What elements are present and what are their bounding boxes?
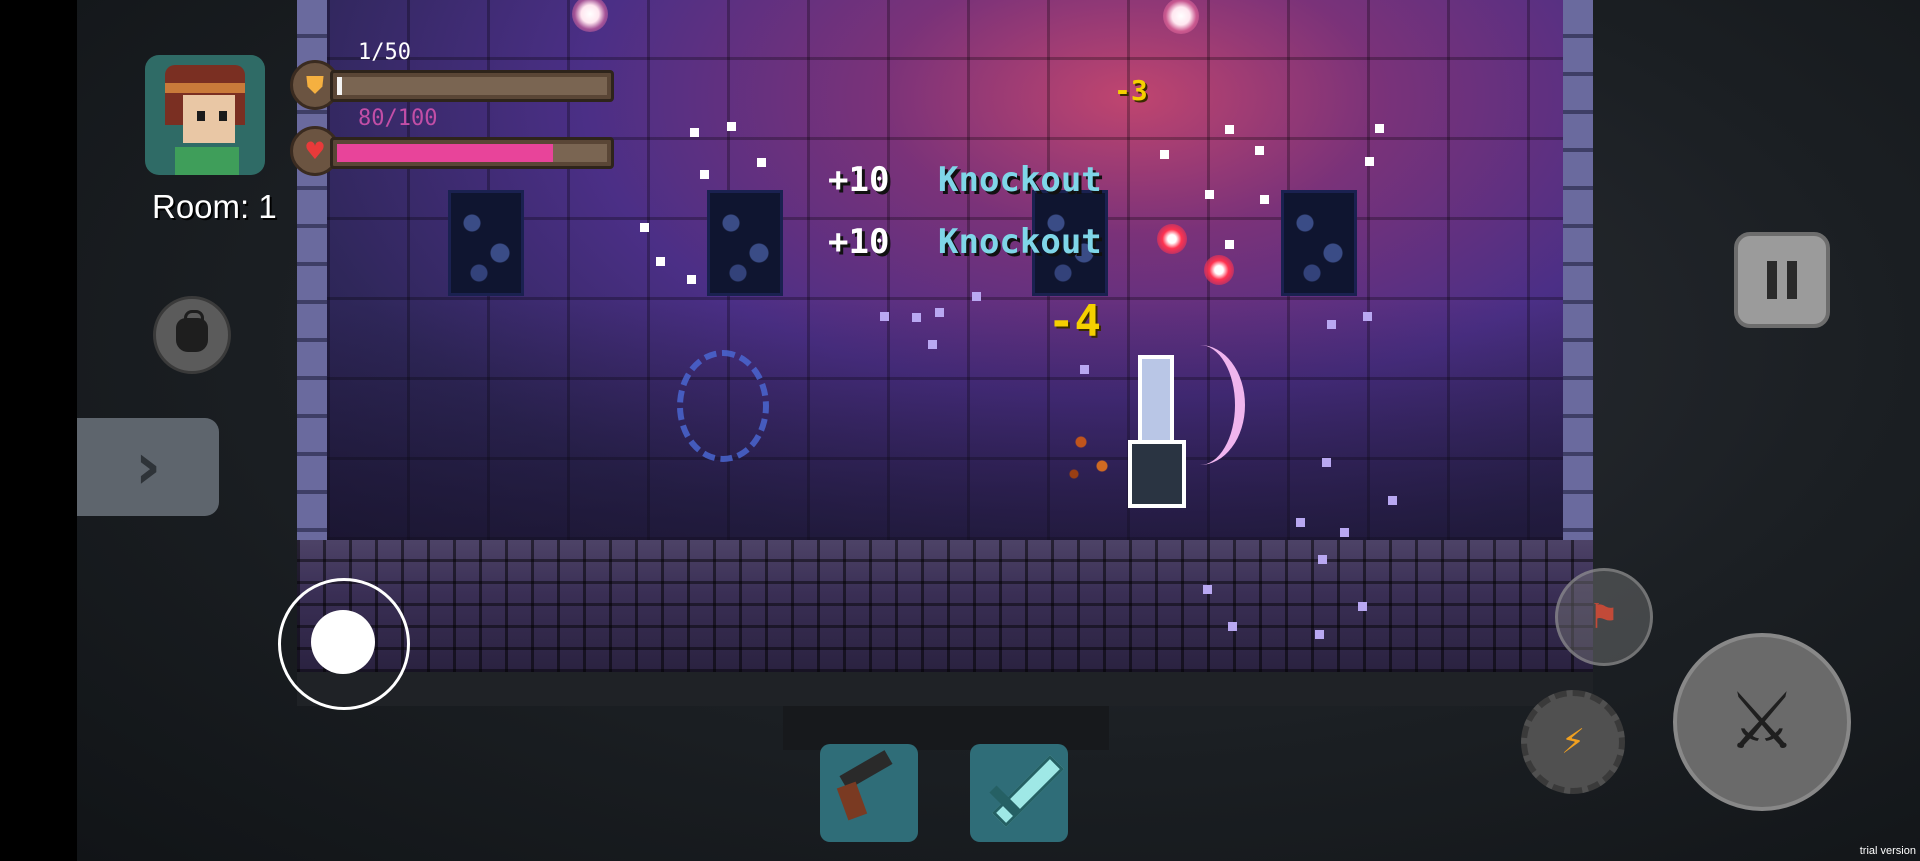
- particle: [880, 312, 889, 321]
- particle: [1322, 458, 1331, 467]
- attack-button[interactable]: ⚔: [1673, 633, 1851, 811]
- crossed-swords-icon: ⚔: [1727, 677, 1797, 767]
- player-body: [1128, 440, 1186, 508]
- particle: [1225, 125, 1234, 134]
- pistol-grip: [836, 781, 868, 821]
- stone-pillar: [710, 193, 780, 293]
- score-popup: +10: [828, 160, 890, 200]
- particle: [1205, 190, 1214, 199]
- particle: [1327, 320, 1336, 329]
- portrait-shirt: [175, 147, 239, 175]
- skill-button[interactable]: ⚑: [1555, 568, 1653, 666]
- expand-panel-tab[interactable]: ›: [77, 418, 219, 516]
- portrait-eye: [219, 111, 227, 121]
- knockout-label: Knockout: [938, 160, 1102, 200]
- particle: [1388, 496, 1397, 505]
- floor-shadow: [327, 300, 1563, 540]
- portrait-eye: [197, 111, 205, 121]
- particle: [1340, 528, 1349, 537]
- room-bottom-ledge: [297, 672, 1593, 706]
- damage-number: -3: [1114, 74, 1148, 107]
- chevron-right-icon: ›: [134, 430, 162, 504]
- particle: [1080, 365, 1089, 374]
- room-brick-wall: [297, 540, 1593, 672]
- health-bar-track: [337, 144, 607, 162]
- particle: [1160, 150, 1169, 159]
- particle: [1363, 312, 1372, 321]
- room-counter: Room: 1: [152, 188, 277, 225]
- health-value: 80/100: [358, 106, 438, 131]
- particle: [1358, 602, 1367, 611]
- particle: [700, 170, 709, 179]
- left-letterbox: [0, 0, 77, 861]
- particle: [1318, 555, 1327, 564]
- particle: [1315, 630, 1324, 639]
- particle: [1375, 124, 1384, 133]
- shield-bar-track: [337, 77, 607, 95]
- special-ability-button[interactable]: ⚡: [1521, 690, 1625, 794]
- particle: [640, 223, 649, 232]
- particle: [1203, 585, 1212, 594]
- shield-value: 1/50: [358, 40, 411, 65]
- enemy-fireball: [1204, 255, 1234, 285]
- portrait-face: [183, 95, 235, 143]
- knockout-label: Knockout: [938, 222, 1102, 262]
- score-popup: +10: [828, 222, 890, 262]
- joystick-knob[interactable]: [311, 610, 375, 674]
- lightning-icon: ⚡: [1561, 722, 1585, 762]
- player-weapon: [1138, 355, 1174, 453]
- particle: [935, 308, 944, 317]
- pause-icon: [1767, 261, 1777, 299]
- particle: [928, 340, 937, 349]
- weapon-slot-sword[interactable]: [970, 744, 1068, 842]
- inventory-button[interactable]: [153, 296, 231, 374]
- trial-watermark: trial version: [1859, 845, 1916, 857]
- player-portrait: [145, 55, 265, 175]
- pause-icon: [1787, 261, 1797, 299]
- pause-button[interactable]: [1734, 232, 1830, 328]
- weapon-slot-pistol[interactable]: [820, 744, 918, 842]
- particle: [727, 122, 736, 131]
- ghost-enemy-outline: [677, 350, 769, 462]
- particle: [687, 275, 696, 284]
- enemy-fireball: [1157, 224, 1187, 254]
- stone-pillar: [1284, 193, 1354, 293]
- portrait-headband: [165, 83, 245, 93]
- particle: [1225, 240, 1234, 249]
- backpack-icon: [176, 310, 208, 352]
- player-character: [1110, 345, 1245, 515]
- particle: [656, 257, 665, 266]
- particle: [690, 128, 699, 137]
- particle: [1255, 146, 1264, 155]
- health-bar: [330, 137, 614, 169]
- damage-number: -4: [1048, 296, 1101, 347]
- room-wall-right: [1563, 0, 1593, 540]
- health-bar-fill: [337, 144, 553, 162]
- shield-bar: [330, 70, 614, 102]
- particle: [1365, 157, 1374, 166]
- particle: [1228, 622, 1237, 631]
- flag-icon: ⚑: [1588, 597, 1620, 637]
- particle: [912, 313, 921, 322]
- stone-pillar: [451, 193, 521, 293]
- particle: [972, 292, 981, 301]
- particle: [1260, 195, 1269, 204]
- shield-bar-fill: [337, 77, 343, 95]
- particle: [1296, 518, 1305, 527]
- particle: [757, 158, 766, 167]
